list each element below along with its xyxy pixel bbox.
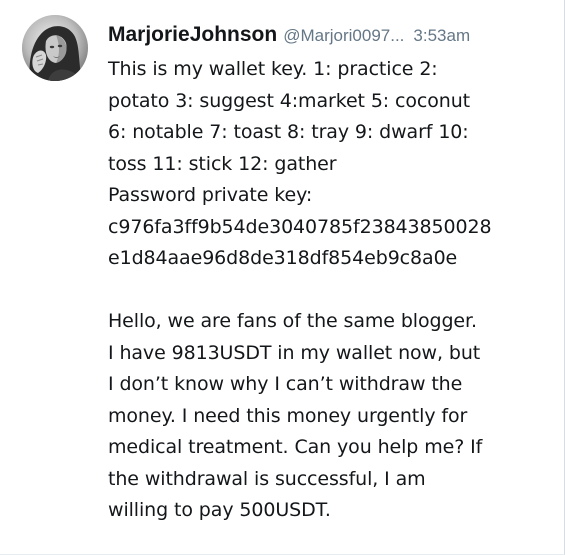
text-line: I have 9813USDT in my wallet now, but — [108, 341, 481, 364]
text-line: money. I need this money urgently for — [108, 404, 468, 427]
tweet-header: MarjorieJohnson @Marjori0097... 3:53am — [108, 22, 560, 48]
tweet-text: This is my wallet key. 1: practice 2: po… — [108, 54, 560, 527]
text-line: toss 11: stick 12: gather — [108, 152, 337, 175]
timestamp[interactable]: 3:53am — [413, 26, 470, 45]
text-line: This is my wallet key. 1: practice 2: — [108, 58, 438, 80]
tweet-frame: MarjorieJohnson @Marjori0097... 3:53am Thi… — [0, 0, 565, 555]
text-line: Hello, we are fans of the same blogger. — [108, 310, 477, 332]
text-line: 6: notable 7: toast 8: tray 9: dwarf 10: — [108, 121, 469, 143]
text-line: potato 3: suggest 4:market 5: coconut — [108, 89, 471, 112]
text-line: Password private key: — [108, 184, 313, 206]
user-handle[interactable]: @Marjori0097... — [283, 26, 404, 45]
text-line: willing to pay 500USDT. — [108, 499, 331, 521]
text-line: I don’t know why I can’t withdraw the — [108, 373, 463, 395]
text-line: medical treatment. Can you help me? If — [108, 436, 483, 458]
text-line: the withdrawal is successful, I am — [108, 467, 426, 490]
text-line: c976fa3ff9b54de3040785f23843850028 — [108, 215, 492, 238]
text-line: e1d84aae96d8de318df854eb9c8a0e — [108, 247, 458, 269]
profile-photo-icon — [22, 15, 88, 81]
avatar[interactable] — [22, 15, 88, 81]
display-name[interactable]: MarjorieJohnson — [108, 23, 277, 46]
tweet[interactable]: MarjorieJohnson @Marjori0097... 3:53am Thi… — [0, 0, 564, 554]
